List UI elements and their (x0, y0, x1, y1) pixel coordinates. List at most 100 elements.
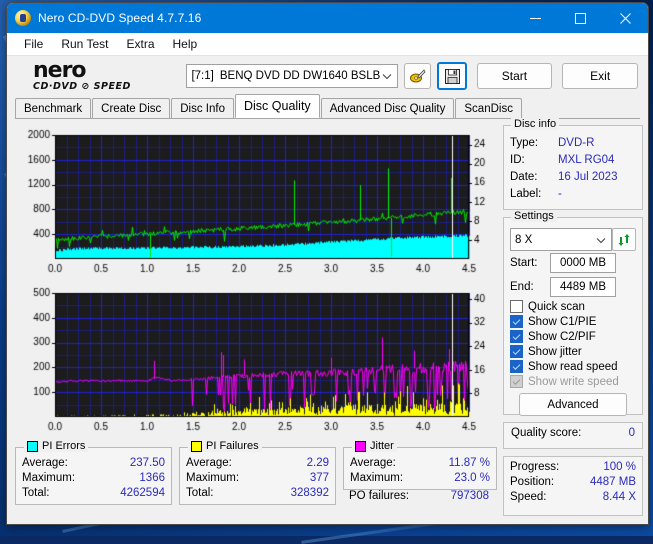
jitter-pif-chart (15, 285, 497, 437)
stat-value: 11.87 % (448, 457, 490, 469)
stat-row: Average: 11.87 % (344, 456, 496, 471)
checkbox-icon (510, 315, 523, 328)
checkbox-show-c1-pie[interactable]: Show C1/PIE (504, 314, 642, 329)
checkbox-quick-scan[interactable]: Quick scan (504, 299, 642, 314)
pi-failures-swatch (191, 440, 202, 452)
status-box: Progress: 100 % Position: 4487 MB Speed: 8.… (503, 456, 643, 516)
checkbox-label: Show read speed (528, 360, 618, 373)
menu-extra[interactable]: Extra (117, 35, 163, 53)
disc-type-value: DVD-R (558, 137, 595, 149)
tab-benchmark[interactable]: Benchmark (15, 98, 92, 118)
menu-run-test[interactable]: Run Test (52, 35, 117, 53)
checkbox-icon (510, 360, 523, 373)
jitter-title: Jitter (370, 440, 394, 452)
speed-label: Speed: (510, 491, 547, 503)
minimize-button[interactable] (513, 3, 558, 33)
progress-value: 100 % (603, 461, 636, 473)
chevron-down-icon (596, 235, 606, 247)
disc-id-value: MXL RG04 (558, 154, 615, 166)
disc-label-value: - (558, 188, 562, 200)
checkbox-label: Quick scan (528, 300, 585, 313)
maximize-button[interactable] (558, 3, 603, 33)
tab-disc-quality[interactable]: Disc Quality (235, 94, 320, 118)
status-row: Progress: 100 % (504, 460, 642, 475)
disc-info-row: Label: - (504, 186, 642, 203)
nero-wordmark: nero (33, 57, 87, 83)
checkbox-show-read-speed[interactable]: Show read speed (504, 359, 642, 374)
stat-row: Maximum: 377 (180, 471, 335, 486)
stat-row: Total: 328392 (180, 486, 335, 501)
stat-value: 4262594 (120, 487, 165, 499)
checkbox-label: Show C1/PIE (528, 315, 597, 328)
stat-value: 1366 (139, 472, 165, 484)
window-title: Nero CD-DVD Speed 4.7.7.16 (38, 11, 202, 25)
checkbox-label: Show C2/PIF (528, 330, 596, 343)
disc-label-label: Label: (510, 188, 542, 200)
nero-logo: nero CD·DVD ⊘ SPEED (17, 57, 178, 92)
menu-help[interactable]: Help (164, 35, 207, 53)
toolbar: nero CD·DVD ⊘ SPEED [7:1] BENQ DVD DD DW… (7, 56, 648, 96)
start-row: Start: 0000 MB (504, 251, 642, 275)
stat-label: Maximum: (350, 472, 404, 484)
checkbox-label: Show jitter (528, 345, 582, 358)
pi-errors-chart (15, 127, 497, 279)
application-window: Nero CD-DVD Speed 4.7.7.16 File Run Test… (6, 2, 649, 525)
stat-label: Average: (22, 457, 68, 469)
jitter-stats: Jitter Average: 11.87 % Maximum: 23.0 % (343, 440, 497, 490)
pi-errors-title: PI Errors (42, 440, 86, 452)
disc-type-label: Type: (510, 137, 539, 149)
tab-advanced-disc-quality[interactable]: Advanced Disc Quality (320, 98, 455, 118)
disc-info-box: Disc info Type: DVD-R ID: MXL RG04 Date: 16… (503, 118, 643, 210)
stat-label: Total: (186, 487, 214, 499)
pi-errors-swatch (27, 440, 38, 452)
jitter-pif-canvas (15, 285, 497, 437)
tab-disc-info[interactable]: Disc Info (171, 98, 234, 118)
disc-date-label: Date: (510, 171, 538, 183)
disc-id-label: ID: (510, 154, 525, 166)
status-row: Position: 4487 MB (504, 475, 642, 490)
position-value: 4487 MB (589, 476, 636, 488)
stat-row: Maximum: 1366 (16, 471, 171, 486)
drive-select[interactable]: [7:1] BENQ DVD DD DW1640 BSLB (186, 64, 399, 88)
start-field[interactable]: 0000 MB (550, 253, 616, 273)
advanced-button[interactable]: Advanced (519, 393, 627, 416)
tab-strip: Benchmark Create Disc Disc Info Disc Qua… (15, 94, 640, 119)
quality-score-row: Quality score: 0 (504, 423, 642, 443)
stat-row: Total: 4262594 (16, 486, 171, 501)
disc-info-row: Type: DVD-R (504, 135, 642, 152)
erase-disc-button[interactable] (404, 63, 432, 89)
progress-label: Progress: (510, 461, 560, 473)
speed-select[interactable]: 8 X (510, 228, 612, 251)
stat-label: Average: (186, 457, 232, 469)
tab-scandisc[interactable]: ScanDisc (455, 98, 522, 118)
exit-button[interactable]: Exit (562, 63, 639, 89)
stat-label: Maximum: (186, 472, 240, 484)
nero-tagline: CD·DVD ⊘ SPEED (33, 80, 131, 92)
pi-errors-legend: PI Errors (24, 440, 89, 452)
jitter-legend: Jitter (352, 440, 397, 452)
checkbox-show-c2-pif[interactable]: Show C2/PIF (504, 329, 642, 344)
end-field[interactable]: 4489 MB (550, 277, 616, 297)
end-row: End: 4489 MB (504, 275, 642, 299)
pi-errors-stats: PI Errors Average: 237.50 Maximum: 1366 To… (15, 440, 172, 505)
chevron-down-icon (382, 71, 392, 83)
stat-row: Average: 2.29 (180, 456, 335, 471)
start-button[interactable]: Start (476, 63, 553, 89)
checkbox-icon (510, 375, 523, 388)
pi-failures-stats: PI Failures Average: 2.29 Maximum: 377 Tot… (179, 440, 336, 505)
tab-create-disc[interactable]: Create Disc (92, 98, 171, 118)
disc-date-value: 16 Jul 2023 (558, 171, 618, 183)
refresh-button[interactable] (612, 228, 636, 251)
menu-file[interactable]: File (15, 35, 52, 53)
jitter-swatch (355, 440, 366, 452)
quality-score-box: Quality score: 0 (503, 422, 643, 449)
pi-errors-canvas (15, 127, 497, 279)
checkbox-icon (510, 330, 523, 343)
checkbox-show-jitter[interactable]: Show jitter (504, 344, 642, 359)
quality-score-value: 0 (628, 427, 635, 439)
po-failures-value: 797308 (450, 490, 489, 502)
save-button[interactable] (437, 62, 467, 90)
close-button[interactable] (603, 3, 648, 33)
disc-quality-panel: PI Errors Average: 237.50 Maximum: 1366 To… (7, 118, 648, 524)
stat-value: 237.50 (129, 457, 165, 469)
